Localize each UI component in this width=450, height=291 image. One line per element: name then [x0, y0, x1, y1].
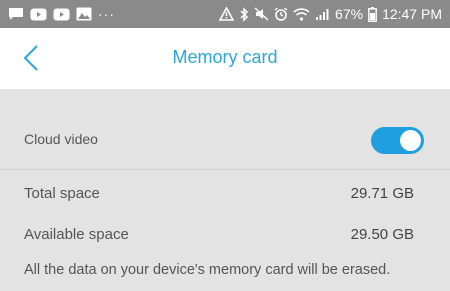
bluetooth-icon	[240, 6, 249, 22]
alert-icon	[219, 7, 235, 21]
youtube-icon	[53, 8, 70, 20]
toggle-knob	[400, 130, 421, 151]
total-space-label: Total space	[24, 185, 100, 202]
total-space-row: Total space 29.71 GB	[24, 185, 414, 205]
total-space-value: 29.71 GB	[350, 185, 414, 202]
status-bar: ··· 67% 12:47 PM	[0, 0, 450, 28]
cloud-video-label: Cloud video	[24, 131, 98, 147]
message-icon	[9, 8, 23, 20]
clock: 12:47 PM	[382, 6, 442, 22]
divider	[0, 169, 450, 170]
cloud-video-row: Cloud video	[24, 127, 424, 154]
available-space-label: Available space	[24, 226, 129, 243]
available-space-row: Available space 29.50 GB	[24, 226, 414, 246]
cloud-video-toggle[interactable]	[371, 127, 424, 154]
format-warning-text: All the data on your device's memory car…	[24, 262, 391, 278]
alarm-icon	[274, 7, 288, 21]
notification-icons: ···	[8, 5, 121, 23]
battery-percent: 67%	[335, 6, 364, 22]
more-notifications-icon: ···	[98, 6, 115, 22]
memory-card-settings: Cloud video Total space 29.71 GB Availab…	[0, 89, 450, 291]
page-title: Memory card	[172, 47, 278, 67]
image-icon	[76, 7, 92, 21]
system-icons: 67% 12:47 PM	[214, 5, 442, 23]
youtube-icon	[30, 8, 47, 20]
wifi-icon	[293, 8, 310, 21]
battery-icon	[368, 6, 377, 22]
app-bar: Memory card	[0, 28, 450, 89]
available-space-value: 29.50 GB	[350, 226, 414, 243]
signal-icon	[316, 9, 329, 20]
mute-icon	[254, 7, 269, 21]
